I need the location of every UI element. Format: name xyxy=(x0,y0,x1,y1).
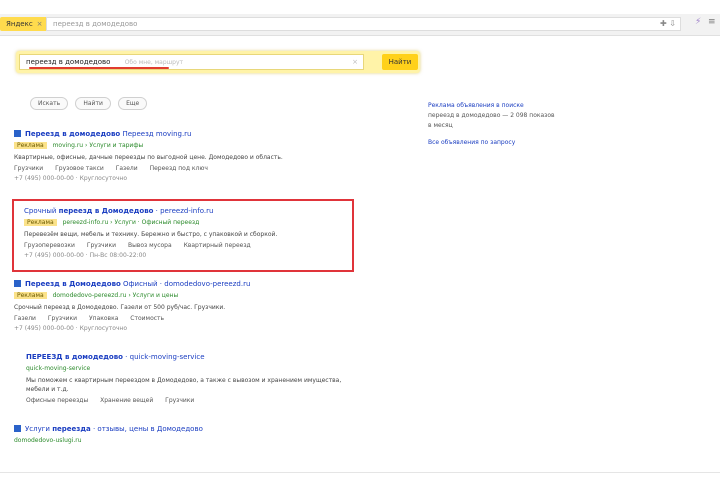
result-path[interactable]: Услуги · Офисный переезд xyxy=(114,219,199,226)
result-snippet: Срочный переезд в Домодедово. Газели от … xyxy=(14,304,226,311)
sitelink[interactable]: Грузчики xyxy=(14,165,43,172)
result-url[interactable]: moving.ru xyxy=(53,142,84,149)
result-title-link[interactable]: Услуги переезда · отзывы, цены в Домодед… xyxy=(14,425,354,433)
result-url-line: Реклама domodedovo-pereezd.ru › Услуги и… xyxy=(14,292,354,299)
result-contacts: +7 (495) 000-00-00 · Круглосуточно xyxy=(14,325,127,332)
result-sitelinks: Грузчики Грузовое такси Газели Переезд п… xyxy=(14,165,354,172)
search-result: Услуги переезда · отзывы, цены в Домодед… xyxy=(14,425,354,444)
result-url-line: Реклама moving.ru › Услуги и тарифы xyxy=(14,142,354,149)
sitelink[interactable]: Хранение вещей xyxy=(100,397,153,404)
filter-chips: Искать Найти Еще xyxy=(30,97,152,110)
result-url-line: quick-moving-service xyxy=(26,365,366,372)
ad-badge: Реклама xyxy=(14,292,47,299)
search-result: ПЕРЕЕЗД в домодедово · quick-moving-serv… xyxy=(26,353,366,404)
sitelink[interactable]: Грузовое такси xyxy=(55,165,104,172)
sitelink[interactable]: Грузчики xyxy=(48,315,77,322)
search-result: Переезд в Домодедово Офисный · domodedov… xyxy=(14,280,354,332)
search-hint: Обо мне, маршрут xyxy=(124,59,183,66)
result-title-link[interactable]: Срочный переезд в Домодедово · pereezd-i… xyxy=(24,207,350,215)
result-url[interactable]: pereezd-info.ru xyxy=(63,219,109,226)
result-snippet: Перевезём вещи, мебель и технику. Бережн… xyxy=(24,231,278,238)
search-box: переезд в домодедово Обо мне, маршрут × … xyxy=(16,51,420,73)
sitelink[interactable]: Грузчики xyxy=(165,397,194,404)
footer-divider xyxy=(0,472,720,473)
result-snippet: Квартирные, офисные, дачные переезды по … xyxy=(14,154,283,161)
sitelink[interactable]: Упаковка xyxy=(89,315,118,322)
ads-info-link[interactable]: Реклама объявления в поиске xyxy=(428,102,628,109)
ads-stats-period: в месяц xyxy=(428,122,453,129)
address-text: переезд в домодедово xyxy=(53,20,138,28)
sitelink[interactable]: Переезд под ключ xyxy=(150,165,208,172)
search-result-highlighted: Срочный переезд в Домодедово · pereezd-i… xyxy=(24,207,350,259)
ads-stats-text: переезд в домодедово — 2 098 показов xyxy=(428,112,555,119)
site-favicon-icon xyxy=(14,130,21,137)
sitelink[interactable]: Газели xyxy=(14,315,36,322)
result-url[interactable]: domodedovo-uslugi.ru xyxy=(14,437,82,444)
close-icon[interactable]: × xyxy=(37,20,43,28)
site-favicon-icon xyxy=(14,280,21,287)
search-input[interactable]: переезд в домодедово Обо мне, маршрут × xyxy=(19,54,364,70)
result-title-link[interactable]: Переезд в Домодедово Офисный · domodedov… xyxy=(14,280,354,288)
sitelink[interactable]: Грузчики xyxy=(87,242,116,249)
result-snippet: Мы поможем с квартирным переездом в Домо… xyxy=(26,377,342,393)
address-actions-icon[interactable]: ✚ ⇩ xyxy=(660,18,676,30)
chip-more[interactable]: Еще xyxy=(118,97,148,110)
result-contacts: +7 (495) 000-00-00 · Пн-Вс 08:00-22:00 xyxy=(24,252,147,259)
result-path[interactable]: Услуги и цены xyxy=(133,292,179,299)
search-query-text: переезд в домодедово xyxy=(26,58,111,66)
spellcheck-underline xyxy=(29,67,169,69)
lightning-icon[interactable]: ⚡ xyxy=(695,17,701,27)
search-result: Переезд в домодедово Переезд moving.ru Р… xyxy=(14,130,354,182)
chip-search[interactable]: Искать xyxy=(30,97,69,110)
sitelink[interactable]: Квартирный переезд xyxy=(184,242,251,249)
result-url-line: Реклама pereezd-info.ru › Услуги · Офисн… xyxy=(24,219,350,226)
logo-label: Яндекс xyxy=(6,20,33,28)
result-path[interactable]: Услуги и тарифы xyxy=(89,142,143,149)
menu-icon[interactable]: ≡ xyxy=(708,17,716,27)
chip-find[interactable]: Найти xyxy=(75,97,111,110)
sitelink[interactable]: Грузоперевозки xyxy=(24,242,75,249)
result-url[interactable]: domodedovo-pereezd.ru xyxy=(53,292,127,299)
sitelink[interactable]: Стоимость xyxy=(130,315,164,322)
sitelink[interactable]: Вывоз мусора xyxy=(128,242,172,249)
search-button[interactable]: Найти xyxy=(382,54,418,70)
address-bar[interactable]: переезд в домодедово ✚ ⇩ xyxy=(46,17,681,31)
sitelink[interactable]: Газели xyxy=(116,165,138,172)
result-contacts: +7 (495) 000-00-00 · Круглосуточно xyxy=(14,175,127,182)
result-url-line: domodedovo-uslugi.ru xyxy=(14,437,354,444)
result-sitelinks: Газели Грузчики Упаковка Стоимость xyxy=(14,315,354,322)
ad-badge: Реклама xyxy=(14,142,47,149)
yandex-logo-tab[interactable]: Яндекс × xyxy=(0,17,49,31)
result-sitelinks: Офисные переезды Хранение вещей Грузчики xyxy=(26,397,366,404)
result-sitelinks: Грузоперевозки Грузчики Вывоз мусора Ква… xyxy=(24,242,350,249)
browser-toolbar: Яндекс × переезд в домодедово ✚ ⇩ ⚡ ≡ xyxy=(0,14,720,36)
result-title-link[interactable]: Переезд в домодедово Переезд moving.ru xyxy=(14,130,354,138)
result-url[interactable]: quick-moving-service xyxy=(26,365,90,372)
ad-badge: Реклама xyxy=(24,219,57,226)
clear-icon[interactable]: × xyxy=(352,55,358,69)
all-ads-link[interactable]: Все объявления по запросу xyxy=(428,139,628,146)
right-column: Реклама объявления в поиске переезд в до… xyxy=(428,102,628,146)
site-favicon-icon xyxy=(14,425,21,432)
result-title-link[interactable]: ПЕРЕЕЗД в домодедово · quick-moving-serv… xyxy=(26,353,366,361)
sitelink[interactable]: Офисные переезды xyxy=(26,397,88,404)
